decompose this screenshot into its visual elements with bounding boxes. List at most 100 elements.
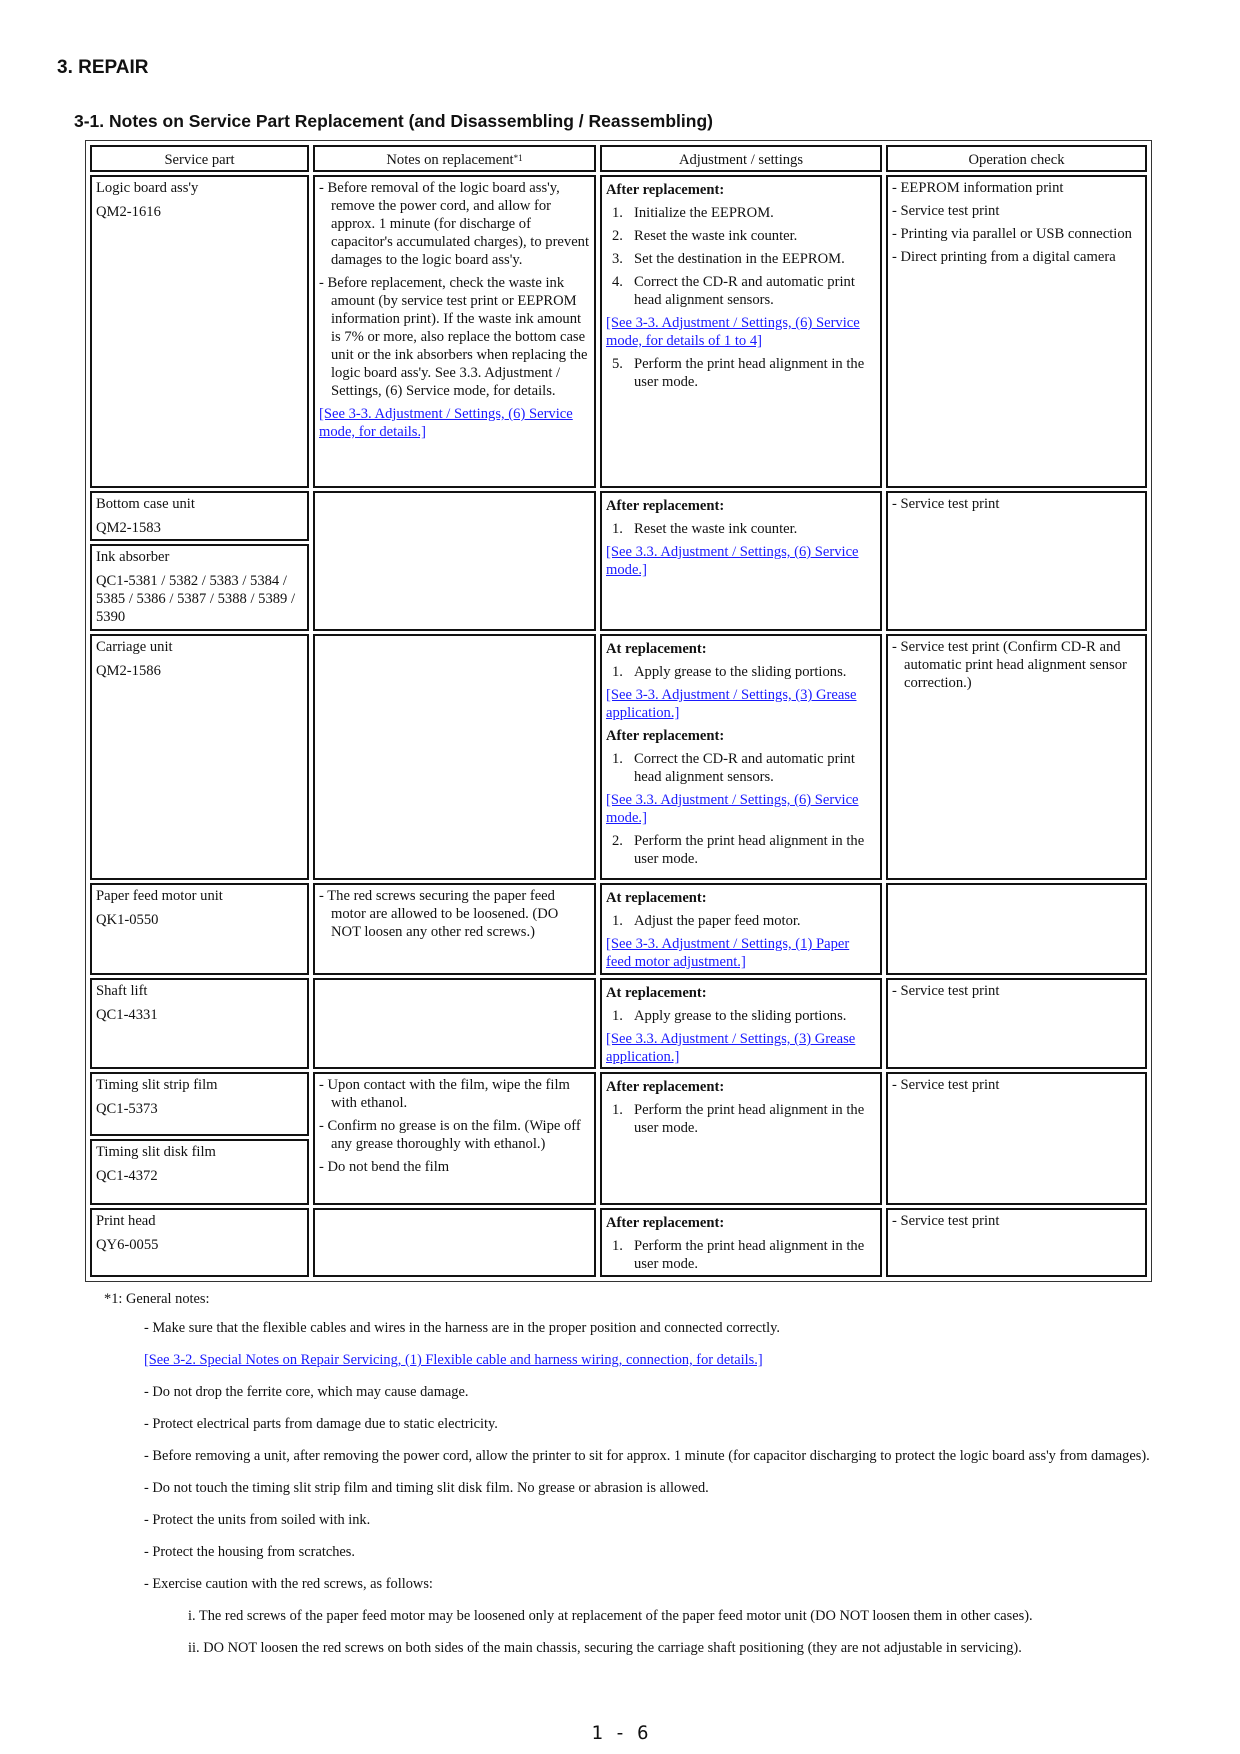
operation-item: - EEPROM information print — [892, 180, 1064, 196]
table-row-shaft-lift-notes — [313, 978, 596, 1069]
table-row-timing-slit-operation: - Service test print — [886, 1072, 1147, 1205]
adjustment-step: 2. Perform the print head alignment in th… — [606, 832, 876, 868]
step-number: 1. — [612, 1102, 623, 1118]
see-flexible-cable-link[interactable]: [See 3-2. Special Notes on Repair Servic… — [144, 1351, 1184, 1369]
operation-item: - Service test print (Confirm CD-R and a… — [892, 639, 1127, 691]
see-service-mode-link[interactable]: [See 3-3. Adjustment / Settings, (6) Ser… — [606, 314, 876, 350]
adjustment-step: 1. Perform the print head alignment in th… — [606, 1101, 876, 1137]
adjustment-heading: After replacement: — [606, 182, 725, 198]
table-row-shaft-lift-adjustment: At replacement: 1. Apply grease to the sl… — [600, 978, 882, 1069]
part-name: Bottom case unit — [96, 496, 195, 512]
table-row-logic-board-adjustment: After replacement: 1. Initialize the EEPR… — [600, 175, 882, 488]
step-text: Perform the print head alignment in the … — [634, 1102, 865, 1136]
step-text: Perform the print head alignment in the … — [634, 356, 865, 390]
part-name: Paper feed motor unit — [96, 888, 223, 904]
part-code: QM2-1586 — [96, 663, 161, 679]
operation-item: - Service test print — [892, 1077, 1000, 1093]
part-name: Print head — [96, 1213, 156, 1229]
table-row-paper-feed-motor-adjustment: At replacement: 1. Adjust the paper feed … — [600, 883, 882, 975]
general-note-item: - Make sure that the flexible cables and… — [144, 1320, 781, 1336]
part-code: QM2-1583 — [96, 520, 161, 536]
see-service-mode-link[interactable]: [See 3.3. Adjustment / Settings, (6) Ser… — [606, 791, 876, 827]
table-row-carriage-adjustment: At replacement: 1. Apply grease to the sl… — [600, 634, 882, 880]
part-code: QC1-4331 — [96, 1007, 158, 1023]
general-note-item: - Before removing a unit, after removing… — [144, 1448, 1150, 1464]
step-number: 1. — [612, 664, 623, 680]
adjustment-step: 4. Correct the CD-R and automatic print h… — [606, 273, 876, 309]
operation-item: - Service test print — [892, 983, 1000, 999]
adjustment-step: 1. Apply grease to the sliding portions. — [606, 663, 876, 681]
note-item: - Upon contact with the film, wipe the f… — [319, 1077, 570, 1111]
general-note-item: - Protect electrical parts from damage d… — [144, 1416, 498, 1432]
step-number: 1. — [612, 1238, 623, 1254]
see-grease-application-link[interactable]: [See 3.3. Adjustment / Settings, (3) Gre… — [606, 1030, 876, 1066]
step-number: 1. — [612, 751, 623, 767]
step-number: 2. — [612, 228, 623, 244]
subsection-title: 3-1. Notes on Service Part Replacement (… — [74, 111, 713, 131]
note-item: - Confirm no grease is on the film. (Wip… — [319, 1118, 581, 1152]
general-note-item: - Exercise caution with the red screws, … — [144, 1576, 433, 1592]
step-number: 1. — [612, 205, 623, 221]
header-operation: Operation check — [886, 145, 1147, 172]
adjustment-heading: After replacement: — [606, 1079, 725, 1095]
step-text: Correct the CD-R and automatic print hea… — [634, 274, 855, 308]
table-row-print-head-part: Print head QY6-0055 — [90, 1208, 309, 1277]
table-row-paper-feed-motor-notes: - The red screws securing the paper feed… — [313, 883, 596, 975]
header-service-part: Service part — [90, 145, 309, 172]
table-row-shaft-lift-part: Shaft lift QC1-4331 — [90, 978, 309, 1069]
adjustment-heading: After replacement: — [606, 1215, 725, 1231]
step-number: 5. — [612, 356, 623, 372]
see-paper-feed-motor-adjustment-link[interactable]: [See 3-3. Adjustment / Settings, (1) Pap… — [606, 935, 876, 971]
header-label: Notes on replacement — [386, 152, 514, 168]
step-text: Initialize the EEPROM. — [634, 205, 774, 221]
step-text: Apply grease to the sliding portions. — [634, 1008, 847, 1024]
adjustment-heading: At replacement: — [606, 641, 707, 657]
table-row-ink-absorber-part: Ink absorber QC1-5381 / 5382 / 5383 / 53… — [90, 544, 309, 631]
adjustment-step: 3. Set the destination in the EEPROM. — [606, 250, 876, 268]
header-label: Operation check — [968, 152, 1065, 168]
step-number: 3. — [612, 251, 623, 267]
table-row-timing-slit-disk-part: Timing slit disk film QC1-4372 — [90, 1139, 309, 1205]
part-code: QC1-5381 / 5382 / 5383 / 5384 / 5385 / 5… — [96, 573, 296, 625]
step-text: Perform the print head alignment in the … — [634, 833, 865, 867]
red-screw-sub-item: i. The red screws of the paper feed moto… — [188, 1608, 1033, 1624]
part-code: QM2-1616 — [96, 204, 161, 220]
general-notes: *1: General notes: - Make sure that the … — [104, 1290, 1184, 1671]
operation-item: - Service test print — [892, 496, 1000, 512]
table-row-logic-board-operation: - EEPROM information print - Service tes… — [886, 175, 1147, 488]
operation-item: - Printing via parallel or USB connectio… — [892, 226, 1132, 242]
step-number: 2. — [612, 833, 623, 849]
operation-item: - Service test print — [892, 203, 1000, 219]
section-title: 3. REPAIR — [57, 57, 149, 78]
table-row-logic-board-part: Logic board ass'y QM2-1616 — [90, 175, 309, 488]
table-row-carriage-operation: - Service test print (Confirm CD-R and a… — [886, 634, 1147, 880]
header-adjustment: Adjustment / settings — [600, 145, 882, 172]
step-number: 1. — [612, 1008, 623, 1024]
step-text: Correct the CD-R and automatic print hea… — [634, 751, 855, 785]
see-service-mode-link[interactable]: [See 3-3. Adjustment / Settings, (6) Ser… — [319, 405, 590, 441]
table-row-timing-slit-strip-part: Timing slit strip film QC1-5373 — [90, 1072, 309, 1136]
adjustment-heading: After replacement: — [606, 728, 725, 744]
adjustment-step: 1. Correct the CD-R and automatic print h… — [606, 750, 876, 786]
adjustment-step: 2. Reset the waste ink counter. — [606, 227, 876, 245]
step-text: Reset the waste ink counter. — [634, 521, 798, 537]
see-grease-application-link[interactable]: [See 3-3. Adjustment / Settings, (3) Gre… — [606, 686, 876, 722]
part-name: Ink absorber — [96, 549, 170, 565]
part-code: QC1-4372 — [96, 1168, 158, 1184]
adjustment-step: 1. Initialize the EEPROM. — [606, 204, 876, 222]
table-row-print-head-adjustment: After replacement: 1. Perform the print h… — [600, 1208, 882, 1277]
note-item: - Do not bend the film — [319, 1159, 450, 1175]
adjustment-step: 1. Apply grease to the sliding portions. — [606, 1007, 876, 1025]
see-service-mode-link[interactable]: [See 3.3. Adjustment / Settings, (6) Ser… — [606, 543, 876, 579]
operation-item: - Service test print — [892, 1213, 1000, 1229]
step-number: 4. — [612, 274, 623, 290]
general-notes-heading: *1: General notes: — [104, 1291, 210, 1307]
part-name: Timing slit disk film — [96, 1144, 216, 1160]
general-note-item: - Protect the units from soiled with ink… — [144, 1512, 371, 1528]
table-row-timing-slit-adjustment: After replacement: 1. Perform the print h… — [600, 1072, 882, 1205]
table-row-paper-feed-motor-operation — [886, 883, 1147, 975]
note-item: - The red screws securing the paper feed… — [319, 888, 559, 940]
table-row-shaft-lift-operation: - Service test print — [886, 978, 1147, 1069]
general-note-item: - Do not drop the ferrite core, which ma… — [144, 1384, 469, 1400]
table-row-bottom-case-adjustment: After replacement: 1. Reset the waste ink… — [600, 491, 882, 631]
